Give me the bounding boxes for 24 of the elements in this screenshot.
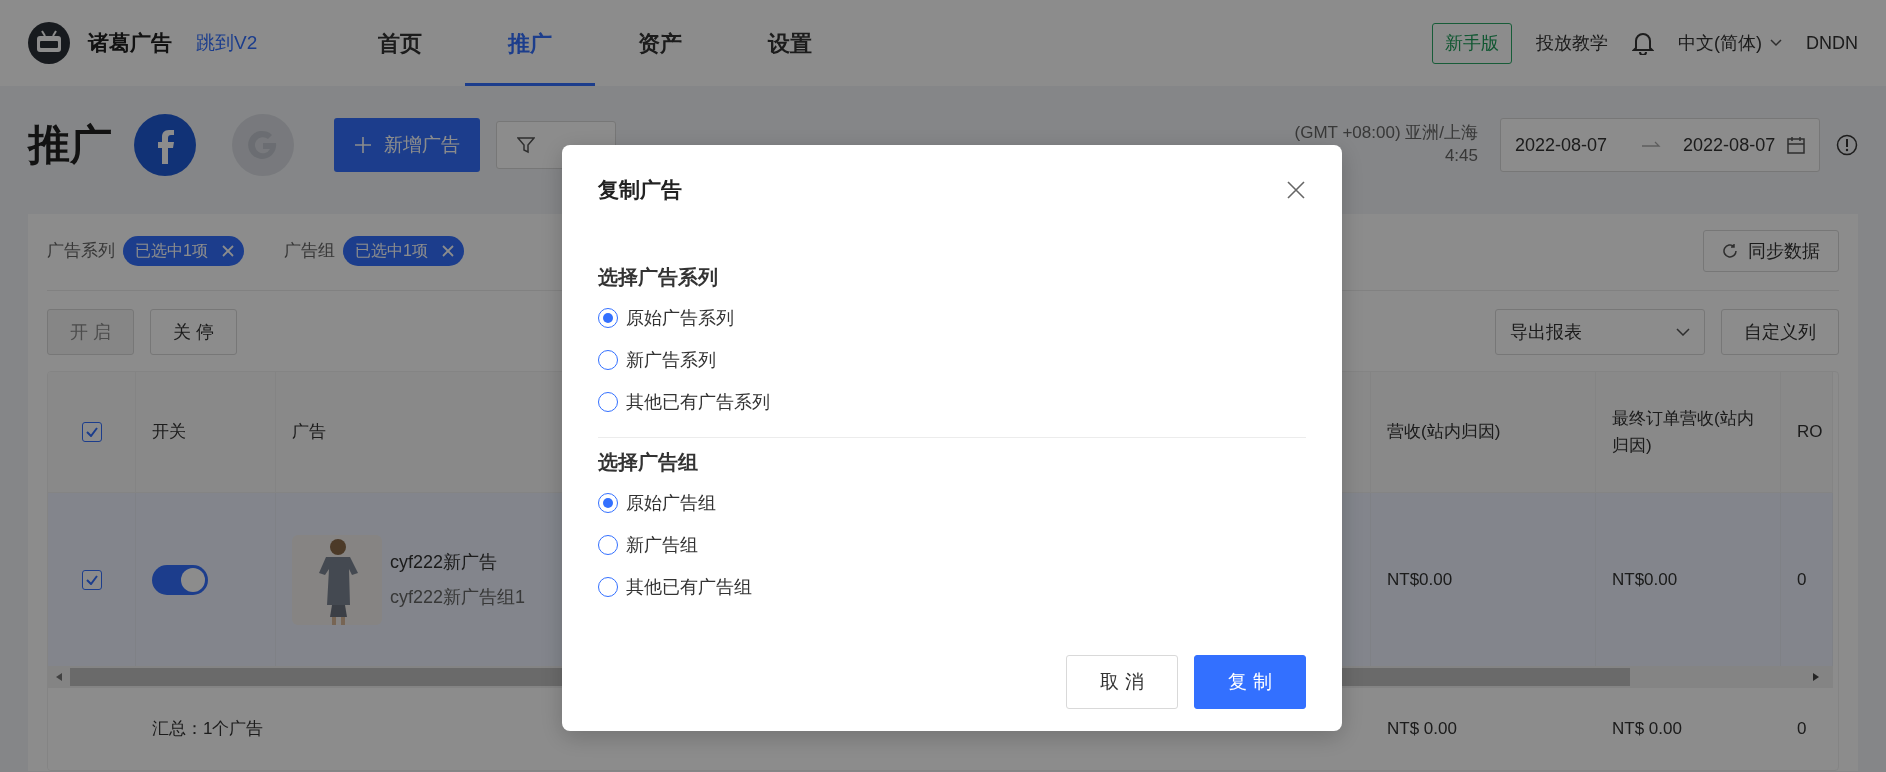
brand-name: 诸葛广告 bbox=[88, 30, 172, 57]
summary-cell-text: NT$ 0.00 bbox=[1612, 718, 1682, 741]
filter-label: 广告组 bbox=[283, 240, 335, 263]
column-header: 广告 bbox=[292, 421, 326, 444]
section-heading: 选择广告组 bbox=[598, 450, 699, 474]
start-date: 2022-08-07 bbox=[1515, 133, 1608, 157]
column-header: 最终订单营收(站内归因) bbox=[1612, 407, 1755, 457]
ad-group-name: cyf222新广告组1 bbox=[390, 585, 526, 609]
table-cell-text: NT$0.00 bbox=[1612, 568, 1678, 591]
page-title: 推广 bbox=[28, 124, 112, 166]
column-header: RO bbox=[1797, 421, 1823, 444]
filter-label: 广告系列 bbox=[47, 240, 115, 263]
end-date: 2022-08-07 bbox=[1683, 133, 1776, 157]
table-cell-text: 0 bbox=[1797, 568, 1807, 591]
time-text: 4:45 bbox=[1443, 145, 1478, 167]
column-header: 开关 bbox=[152, 421, 186, 444]
table-cell-text: NT$0.00 bbox=[1387, 568, 1453, 591]
summary-cell-text: 0 bbox=[1797, 718, 1807, 741]
summary-label: 汇总：1个广告 bbox=[152, 718, 264, 741]
timezone-text: (GMT +08:00) 亚洲/上海 bbox=[1294, 122, 1478, 145]
modal-title: 复制广告 bbox=[598, 177, 682, 204]
column-header: 营收(站内归因) bbox=[1387, 421, 1501, 444]
section-heading: 选择广告系列 bbox=[598, 265, 719, 289]
summary-cell-text: NT$ 0.00 bbox=[1387, 718, 1457, 741]
